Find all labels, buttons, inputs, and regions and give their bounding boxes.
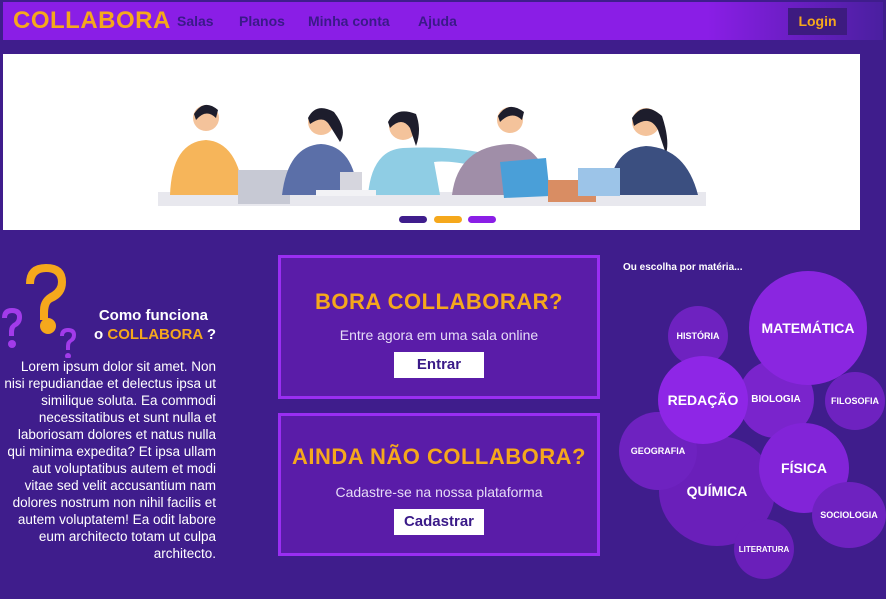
nav-link-planos[interactable]: Planos — [239, 13, 285, 29]
join-room-subtitle: Entre agora em uma sala online — [339, 327, 539, 343]
join-room-card: BORA COLLABORAR? Entre agora em uma sala… — [278, 255, 600, 399]
signup-subtitle: Cadastre-se na nossa plataforma — [335, 484, 543, 500]
navbar: COLLABORA Salas Planos Minha conta Ajuda… — [3, 2, 883, 40]
how-title-suffix: ? — [206, 326, 216, 343]
how-it-works-text: Lorem ipsum dolor sit amet. Non nisi rep… — [4, 359, 216, 561]
signup-button[interactable]: Cadastrar — [394, 509, 484, 535]
nav-link-minha-conta[interactable]: Minha conta — [308, 13, 390, 29]
brand-logo[interactable]: COLLABORA — [13, 7, 171, 35]
students-illustration — [158, 104, 706, 206]
carousel-dot-2[interactable] — [434, 216, 462, 223]
carousel-dot-1[interactable] — [399, 216, 427, 223]
subject-literatura[interactable]: LITERATURA — [734, 519, 794, 579]
login-button[interactable]: Login — [788, 8, 847, 35]
subject-redacao[interactable]: REDAÇÃO — [658, 356, 748, 444]
signup-card: AINDA NÃO COLLABORA? Cadastre-se na noss… — [278, 413, 600, 556]
subjects-label: Ou escolha por matéria... — [623, 262, 743, 273]
how-title-brand: COLLABORA — [107, 326, 203, 343]
subject-filosofia[interactable]: FILOSOFIA — [825, 372, 885, 430]
join-room-title: BORA COLLABORAR? — [315, 289, 563, 314]
question-marks-icon — [2, 264, 76, 358]
hero-banner — [3, 54, 860, 230]
nav-link-ajuda[interactable]: Ajuda — [418, 13, 457, 29]
carousel-dot-3[interactable] — [468, 216, 496, 223]
subject-matematica[interactable]: MATEMÁTICA — [749, 271, 867, 385]
signup-title: AINDA NÃO COLLABORA? — [292, 444, 586, 469]
how-title-prefix: o — [94, 326, 104, 343]
how-it-works-title: Como funciona o COLLABORA ? — [89, 306, 216, 344]
enter-button[interactable]: Entrar — [394, 352, 484, 378]
subject-sociologia[interactable]: SOCIOLOGIA — [812, 482, 886, 548]
nav-link-salas[interactable]: Salas — [177, 13, 214, 29]
how-title-line1: Como funciona — [98, 307, 208, 324]
